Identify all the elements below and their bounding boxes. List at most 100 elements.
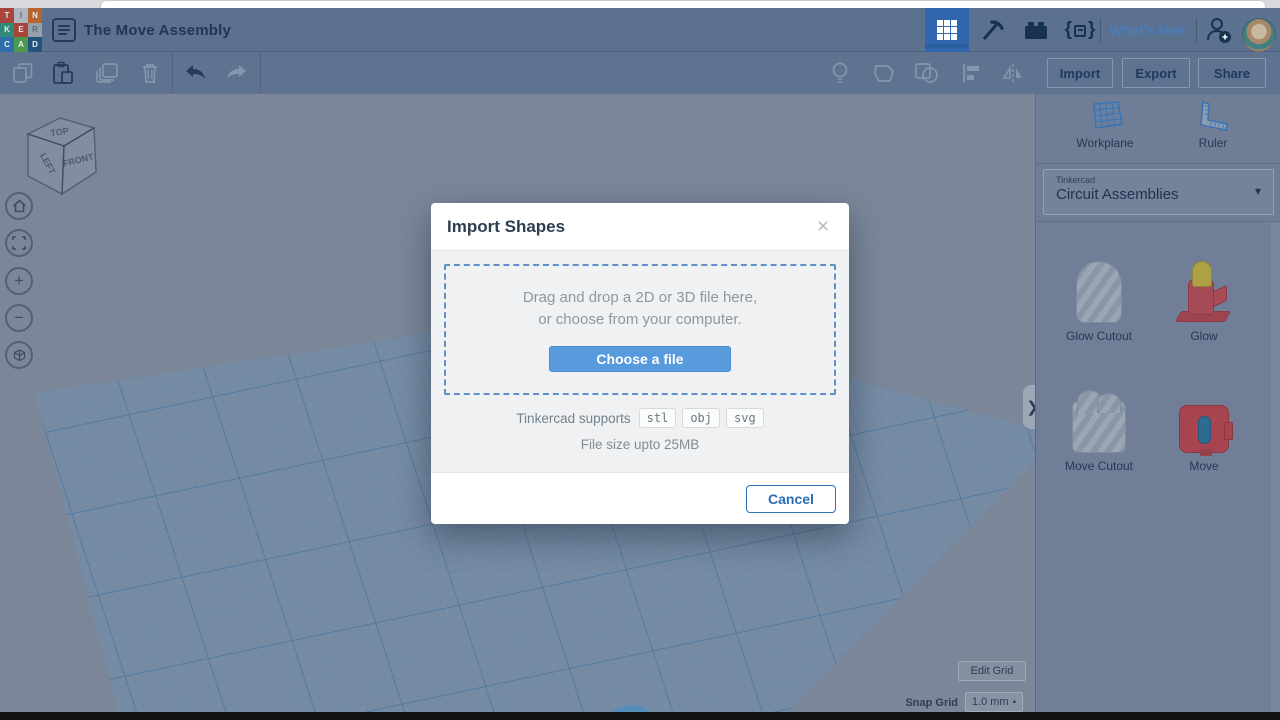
zoom-in-button[interactable]: +: [5, 267, 33, 295]
shape-item-glow[interactable]: Glow: [1154, 257, 1254, 343]
fit-view-button[interactable]: [5, 229, 33, 257]
move-cutout-thumbnail[interactable]: [1072, 390, 1126, 453]
tinkercad-logo[interactable]: T I N K E R C A D: [0, 8, 42, 52]
cancel-button[interactable]: Cancel: [746, 485, 836, 513]
shape-label: Glow: [1190, 329, 1218, 343]
ruler-tool[interactable]: Ruler: [1168, 100, 1258, 150]
shape-label: Glow Cutout: [1065, 329, 1133, 343]
supports-label: Tinkercad supports: [516, 410, 631, 426]
move-thumbnail[interactable]: [1179, 405, 1233, 456]
duplicate-button[interactable]: [90, 52, 124, 94]
glow-thumbnail[interactable]: [1175, 261, 1232, 323]
perspective-toggle-button[interactable]: [5, 341, 33, 369]
brace-left: {: [1064, 19, 1072, 40]
lego-button[interactable]: [1016, 8, 1056, 52]
import-shapes-modal: Import Shapes × Drag and drop a 2D or 3D…: [431, 203, 849, 524]
edit-toolbar: Import Export Share: [0, 52, 1280, 94]
logo-tile: I: [14, 8, 28, 23]
copy-icon: [13, 63, 33, 83]
modal-body: Drag and drop a 2D or 3D file here, or c…: [431, 251, 849, 472]
trash-icon: [143, 64, 157, 83]
codeblocks-button[interactable]: {}: [1058, 8, 1102, 52]
delete-button[interactable]: [133, 52, 167, 94]
shape-library-dropdown[interactable]: Tinkercad Circuit Assemblies ▾: [1043, 169, 1274, 215]
dropzone-text-line1: Drag and drop a 2D or 3D file here,: [522, 288, 758, 306]
workplane-label: Workplane: [1076, 136, 1134, 150]
export-button[interactable]: Export: [1122, 58, 1190, 88]
browser-urlbar-edge: [100, 0, 1266, 8]
logo-tile: A: [14, 37, 28, 52]
browser-chrome-strip: [0, 0, 1280, 8]
file-dropzone[interactable]: Drag and drop a 2D or 3D file here, or c…: [444, 264, 836, 395]
choose-file-button[interactable]: Choose a file: [549, 346, 731, 373]
modal-footer: Cancel: [431, 472, 849, 524]
material-button[interactable]: [823, 52, 857, 94]
snap-grid-label: Snap Grid: [905, 696, 958, 709]
dropzone-text-line2: or choose from your computer.: [538, 310, 742, 328]
supported-formats-row: Tinkercad supports stl obj svg: [444, 408, 836, 428]
logo-tile: C: [0, 37, 14, 52]
brace-right: }: [1088, 19, 1096, 40]
person-add-icon: [1207, 18, 1231, 43]
paste-icon: [53, 61, 73, 84]
shapes-sidebar: Workplane Ruler Tinkercad Circuit Assemb…: [1035, 94, 1280, 713]
codeblocks-icon: [1074, 25, 1086, 37]
paste-button[interactable]: [46, 52, 80, 94]
close-icon[interactable]: ×: [809, 213, 837, 241]
import-button[interactable]: Import: [1047, 58, 1113, 88]
avatar[interactable]: [1242, 18, 1276, 52]
design-properties-icon[interactable]: [52, 18, 76, 42]
undo-icon: [186, 65, 205, 79]
duplicate-icon: [96, 63, 118, 83]
snap-grid-arrow-icon: ▴: [1012, 698, 1017, 705]
shape-icon: [874, 65, 894, 82]
shapes-panel: Glow Cutout Glow Move Cutout Move: [1036, 221, 1280, 713]
mirror-icon: [1002, 64, 1022, 82]
zoom-out-button[interactable]: −: [5, 304, 33, 332]
glow-cutout-thumbnail[interactable]: [1076, 261, 1122, 323]
mirror-button[interactable]: [996, 52, 1030, 94]
home-view-button[interactable]: [5, 192, 33, 220]
ortho-cube-icon: [13, 348, 25, 361]
chevron-down-icon: ▾: [1254, 184, 1261, 198]
app-header: T I N K E R C A D The Move Assembly {} …: [0, 8, 1280, 52]
shape-item-move-cutout[interactable]: Move Cutout: [1049, 387, 1149, 473]
whats-new-link[interactable]: What's New: [1104, 8, 1192, 52]
home-icon: [12, 199, 26, 213]
align-button[interactable]: [954, 52, 988, 94]
shape-label: Move: [1189, 459, 1219, 473]
modal-title: Import Shapes: [447, 217, 566, 236]
group-button[interactable]: [910, 52, 944, 94]
lightbulb-icon: [832, 62, 848, 83]
snap-grid-select[interactable]: 1.0 mm ▴: [965, 692, 1023, 712]
toolbar-separator: [172, 52, 173, 94]
format-badge-obj: obj: [682, 408, 720, 428]
format-badge-svg: svg: [726, 408, 764, 428]
file-size-note: File size upto 25MB: [580, 437, 700, 452]
header-separator: [1100, 18, 1101, 44]
shape-item-move[interactable]: Move: [1154, 387, 1254, 473]
shape-item-glow-cutout[interactable]: Glow Cutout: [1049, 257, 1149, 343]
helper-tools-panel: Workplane Ruler: [1036, 94, 1280, 164]
brick-icon: [1025, 22, 1047, 39]
shapes-scrollbar[interactable]: [1269, 222, 1280, 713]
hole-shape-button[interactable]: [867, 52, 901, 94]
library-brand: Tinkercad: [1056, 175, 1096, 185]
logo-tile: K: [0, 22, 14, 38]
fit-view-icon: [12, 236, 26, 250]
undo-button[interactable]: [178, 52, 212, 94]
align-icon: [963, 64, 979, 82]
format-badge-stl: stl: [638, 408, 677, 428]
active-tab-indicator: [925, 44, 969, 48]
group-shapes-icon: [915, 63, 938, 83]
workplane-tool[interactable]: Workplane: [1060, 100, 1150, 150]
view-cube[interactable]: TOP LEFT FRONT: [16, 108, 104, 204]
share-button[interactable]: Share: [1198, 58, 1266, 88]
minecraft-button[interactable]: [972, 8, 1014, 52]
modal-header: Import Shapes ×: [431, 203, 849, 251]
header-separator: [1196, 18, 1197, 44]
edit-grid-button[interactable]: Edit Grid: [958, 661, 1026, 681]
redo-button[interactable]: [220, 52, 254, 94]
copy-button[interactable]: [6, 52, 40, 94]
invite-button[interactable]: [1198, 8, 1240, 52]
